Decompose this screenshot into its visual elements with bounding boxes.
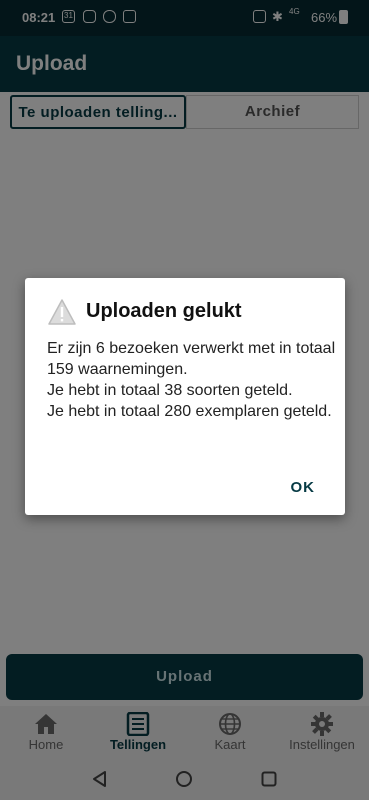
- warning-icon: [48, 299, 76, 325]
- dialog-title: Uploaden gelukt: [86, 300, 242, 322]
- dialog-message: Er zijn 6 bezoeken verwerkt met in totaa…: [47, 338, 337, 422]
- dialog-message-line: Je hebt in totaal 280 exemplaren geteld.: [47, 403, 332, 420]
- ok-button[interactable]: OK: [291, 479, 316, 496]
- upload-success-dialog: Uploaden gelukt Er zijn 6 bezoeken verwe…: [25, 278, 345, 515]
- dialog-message-line: Je hebt in totaal 38 soorten geteld.: [47, 382, 293, 399]
- dialog-message-line: Er zijn 6 bezoeken verwerkt met in totaa…: [47, 340, 336, 378]
